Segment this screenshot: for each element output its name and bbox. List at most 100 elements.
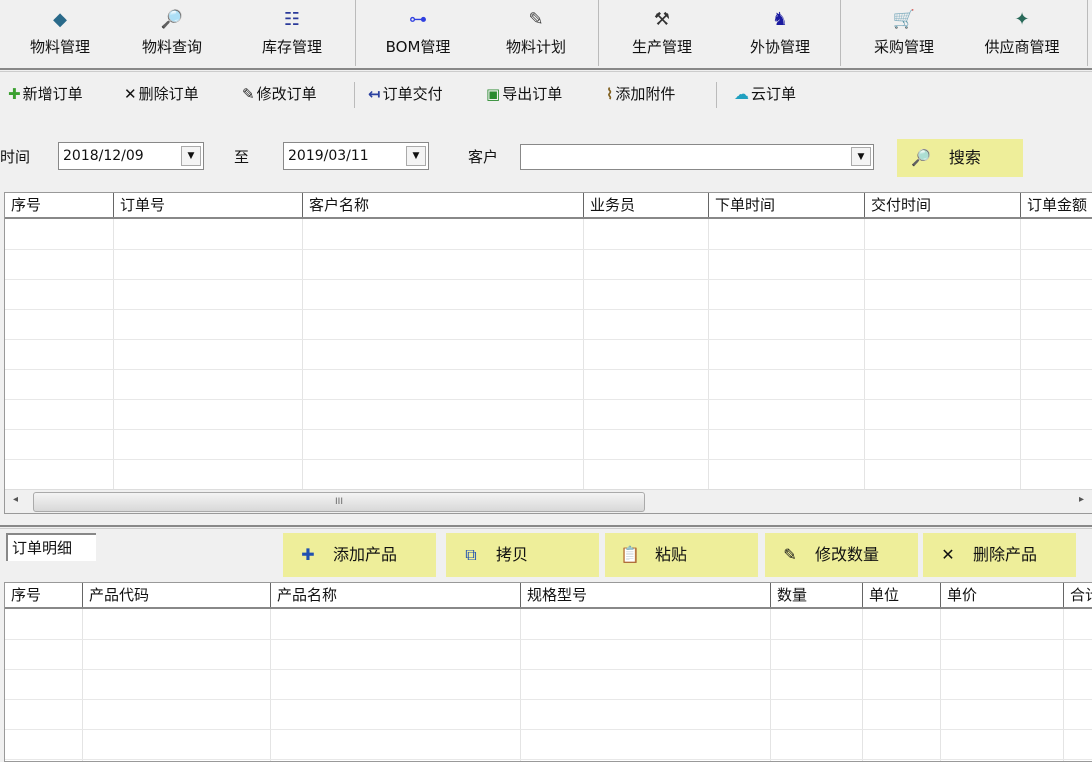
- customer-select[interactable]: ▼: [520, 144, 874, 170]
- order-action-6[interactable]: ☁ 云订单: [734, 80, 796, 108]
- row-line: [5, 249, 1092, 250]
- hammer-icon: ⚒: [653, 9, 671, 30]
- toolbar-material-manage[interactable]: ◆ 物料管理: [5, 0, 115, 68]
- column-header[interactable]: 产品代码: [82, 583, 270, 607]
- column-header[interactable]: 下单时间: [708, 193, 864, 217]
- paperclip-icon: ⌇: [606, 85, 614, 103]
- copy-icon: ⧉: [465, 545, 477, 564]
- order-action-label: 云订单: [751, 85, 797, 103]
- chevron-down-icon[interactable]: ▼: [851, 147, 871, 166]
- column-header[interactable]: 交付时间: [864, 193, 1020, 217]
- column-header[interactable]: 订单号: [113, 193, 302, 217]
- row-line: [5, 699, 1092, 700]
- scroll-thumb[interactable]: III: [33, 492, 645, 512]
- row-line: [5, 279, 1092, 280]
- column-header[interactable]: 规格型号: [520, 583, 770, 607]
- cloud-icon: ☁: [734, 85, 749, 103]
- toolbar-material-plan[interactable]: ✎ 物料计划: [481, 0, 591, 68]
- horizontal-scrollbar[interactable]: ◂ III ▸: [5, 489, 1092, 513]
- row-line: [5, 639, 1092, 640]
- column-header[interactable]: 序号: [5, 193, 113, 217]
- paste-icon: 📋: [620, 545, 640, 564]
- row-line: [5, 459, 1092, 460]
- column-line: [1063, 609, 1064, 761]
- splitter[interactable]: [0, 525, 1092, 529]
- order-action-4[interactable]: ▣ 导出订单: [486, 80, 562, 108]
- column-header[interactable]: 数量: [770, 583, 862, 607]
- scroll-left-icon[interactable]: ◂: [13, 494, 18, 505]
- toolbar-supplier[interactable]: ✦ 供应商管理: [967, 0, 1077, 68]
- toolbar-separator: [716, 82, 717, 108]
- detail-plus-button[interactable]: ✚ 添加产品: [283, 533, 436, 577]
- column-header[interactable]: 合计: [1063, 583, 1092, 607]
- plus-icon: ✚: [8, 85, 21, 103]
- chevron-down-icon[interactable]: ▼: [181, 146, 201, 166]
- bom-tree-icon: ⊶: [409, 9, 427, 30]
- order-action-0[interactable]: ✚ 新增订单: [8, 80, 83, 108]
- close-icon: ✕: [941, 545, 955, 564]
- toolbar-hammer[interactable]: ⚒ 生产管理: [607, 0, 717, 68]
- start-date-field[interactable]: 2018/12/09 ▼: [58, 142, 204, 170]
- toolbar-label: 库存管理: [261, 38, 322, 56]
- material-search-icon: 🔎: [160, 9, 184, 30]
- toolbar-bom-tree[interactable]: ⊶ BOM管理: [363, 0, 473, 68]
- detail-copy-button[interactable]: ⧉ 拷贝: [446, 533, 599, 577]
- search-label: 搜索: [948, 148, 981, 167]
- toolbar-separator: [840, 0, 841, 66]
- supplier-icon: ✦: [1014, 9, 1030, 30]
- scroll-right-icon[interactable]: ▸: [1079, 494, 1084, 505]
- row-line: [5, 399, 1092, 400]
- toolbar-material-search[interactable]: 🔎 物料查询: [117, 0, 227, 68]
- column-line: [1020, 219, 1021, 513]
- end-date-field[interactable]: 2019/03/11 ▼: [283, 142, 429, 170]
- order-action-3[interactable]: ↤ 订单交付: [368, 80, 443, 108]
- order-action-1[interactable]: ✕ 删除订单: [124, 80, 199, 108]
- time-label: 时间: [0, 148, 31, 166]
- end-date-value: 2019/03/11: [288, 148, 369, 164]
- order-action-label: 新增订单: [22, 85, 83, 103]
- column-line: [113, 219, 114, 513]
- button-label: 添加产品: [333, 545, 398, 564]
- chevron-down-icon[interactable]: ▼: [406, 146, 426, 166]
- button-label: 删除产品: [973, 545, 1038, 564]
- order-action-label: 删除订单: [138, 85, 199, 103]
- toolbar-separator: [355, 0, 356, 66]
- detail-pencil-button[interactable]: ✎ 修改数量: [765, 533, 918, 577]
- tab-order-detail[interactable]: 订单明细: [6, 533, 96, 561]
- column-header[interactable]: 产品名称: [270, 583, 520, 607]
- detail-table[interactable]: 序号产品代码产品名称规格型号数量单位单价合计: [4, 582, 1092, 762]
- toolbar-outsource-person[interactable]: ♞ 外协管理: [725, 0, 835, 68]
- column-header[interactable]: 单价: [940, 583, 1063, 607]
- column-line: [82, 609, 83, 761]
- column-header[interactable]: 订单金额: [1020, 193, 1092, 217]
- material-plan-icon: ✎: [528, 9, 544, 30]
- detail-close-button[interactable]: ✕ 删除产品: [923, 533, 1076, 577]
- column-header[interactable]: 业务员: [583, 193, 708, 217]
- toolbar-cart[interactable]: 🛒 采购管理: [849, 0, 959, 68]
- toolbar-label: 供应商管理: [984, 38, 1060, 56]
- column-header[interactable]: 序号: [5, 583, 82, 607]
- toolbar-inventory-list[interactable]: ☷ 库存管理: [237, 0, 347, 68]
- column-line: [270, 609, 271, 761]
- column-header[interactable]: 客户名称: [302, 193, 583, 217]
- to-label: 至: [234, 148, 250, 166]
- order-action-5[interactable]: ⌇ 添加附件: [606, 80, 675, 108]
- search-button[interactable]: 🔎 搜索: [897, 139, 1023, 177]
- column-line: [940, 609, 941, 761]
- row-line: [5, 429, 1092, 430]
- order-action-2[interactable]: ✎ 修改订单: [242, 80, 317, 108]
- toolbar-label: 物料计划: [505, 38, 566, 56]
- divider: [0, 68, 1092, 72]
- row-line: [5, 309, 1092, 310]
- detail-paste-button[interactable]: 📋 粘贴: [605, 533, 758, 577]
- start-date-value: 2018/12/09: [63, 148, 144, 164]
- column-header[interactable]: 单位: [862, 583, 940, 607]
- orders-table[interactable]: 序号 订单号 客户名称 业务员 下单时间 交付时间 订单金额: [4, 192, 1092, 514]
- inventory-list-icon: ☷: [283, 9, 301, 30]
- row-line: [5, 339, 1092, 340]
- column-line: [864, 219, 865, 513]
- cart-icon: 🛒: [892, 9, 916, 30]
- excel-icon: ▣: [486, 85, 501, 103]
- toolbar-separator: [1087, 0, 1088, 66]
- deliver-icon: ↤: [368, 85, 381, 103]
